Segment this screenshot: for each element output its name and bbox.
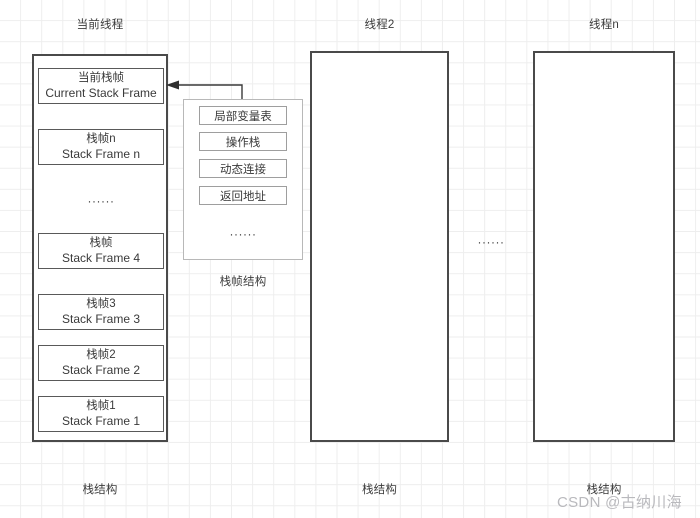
stack-frame-label-cn: 栈帧 [89,236,113,249]
thread-header-n: 线程n [589,19,619,31]
stack-frame-n[interactable]: 栈帧n Stack Frame n [38,129,164,165]
thread-footer-2: 栈结构 [361,484,398,496]
structure-item-local-variable-table[interactable]: 局部变量表 [199,106,287,125]
structure-items-ellipsis: ······ [229,227,257,241]
stack-frame-label-cn: 栈帧1 [86,399,116,412]
stack-frame-3[interactable]: 栈帧3 Stack Frame 3 [38,294,164,330]
thread-footer-current: 栈结构 [82,484,118,496]
stack-frame-2[interactable]: 栈帧2 Stack Frame 2 [38,345,164,381]
stack-frame-4[interactable]: 栈帧 Stack Frame 4 [38,233,164,269]
structure-item-dynamic-linking[interactable]: 动态连接 [199,159,287,178]
stack-frame-label-en: Stack Frame n [61,146,141,161]
structure-item-operand-stack[interactable]: 操作栈 [199,132,287,151]
stack-frames-ellipsis: ······ [87,194,115,208]
structure-item-return-address[interactable]: 返回地址 [199,186,287,205]
thread-box-2 [310,51,449,442]
stack-frame-label-cn: 当前栈帧 [78,71,124,84]
stack-frame-1[interactable]: 栈帧1 Stack Frame 1 [38,396,164,432]
diagram-canvas: 当前线程 当前栈帧 Current Stack Frame 栈帧n Stack … [0,0,700,518]
stack-frame-label-en: Stack Frame 2 [61,362,141,377]
stack-frame-label-cn: 栈帧3 [86,297,116,310]
watermark: CSDN @古纳川海 [557,494,682,511]
threads-ellipsis: ······ [477,235,505,249]
stack-frame-label-cn: 栈帧n [86,132,116,145]
thread-header-2: 线程2 [364,19,395,31]
stack-frame-label-en: Stack Frame 1 [61,413,141,428]
stack-frame-label-en: Current Stack Frame [45,85,157,100]
stack-frame-label-cn: 栈帧2 [86,348,116,361]
stack-frame-label-en: Stack Frame 4 [61,250,141,265]
thread-box-n [533,51,675,442]
stack-frame-label-en: Stack Frame 3 [61,311,141,326]
thread-header-current: 当前线程 [76,19,124,31]
stack-frame-current[interactable]: 当前栈帧 Current Stack Frame [38,68,164,104]
frame-structure-caption: 栈帧结构 [219,276,267,288]
